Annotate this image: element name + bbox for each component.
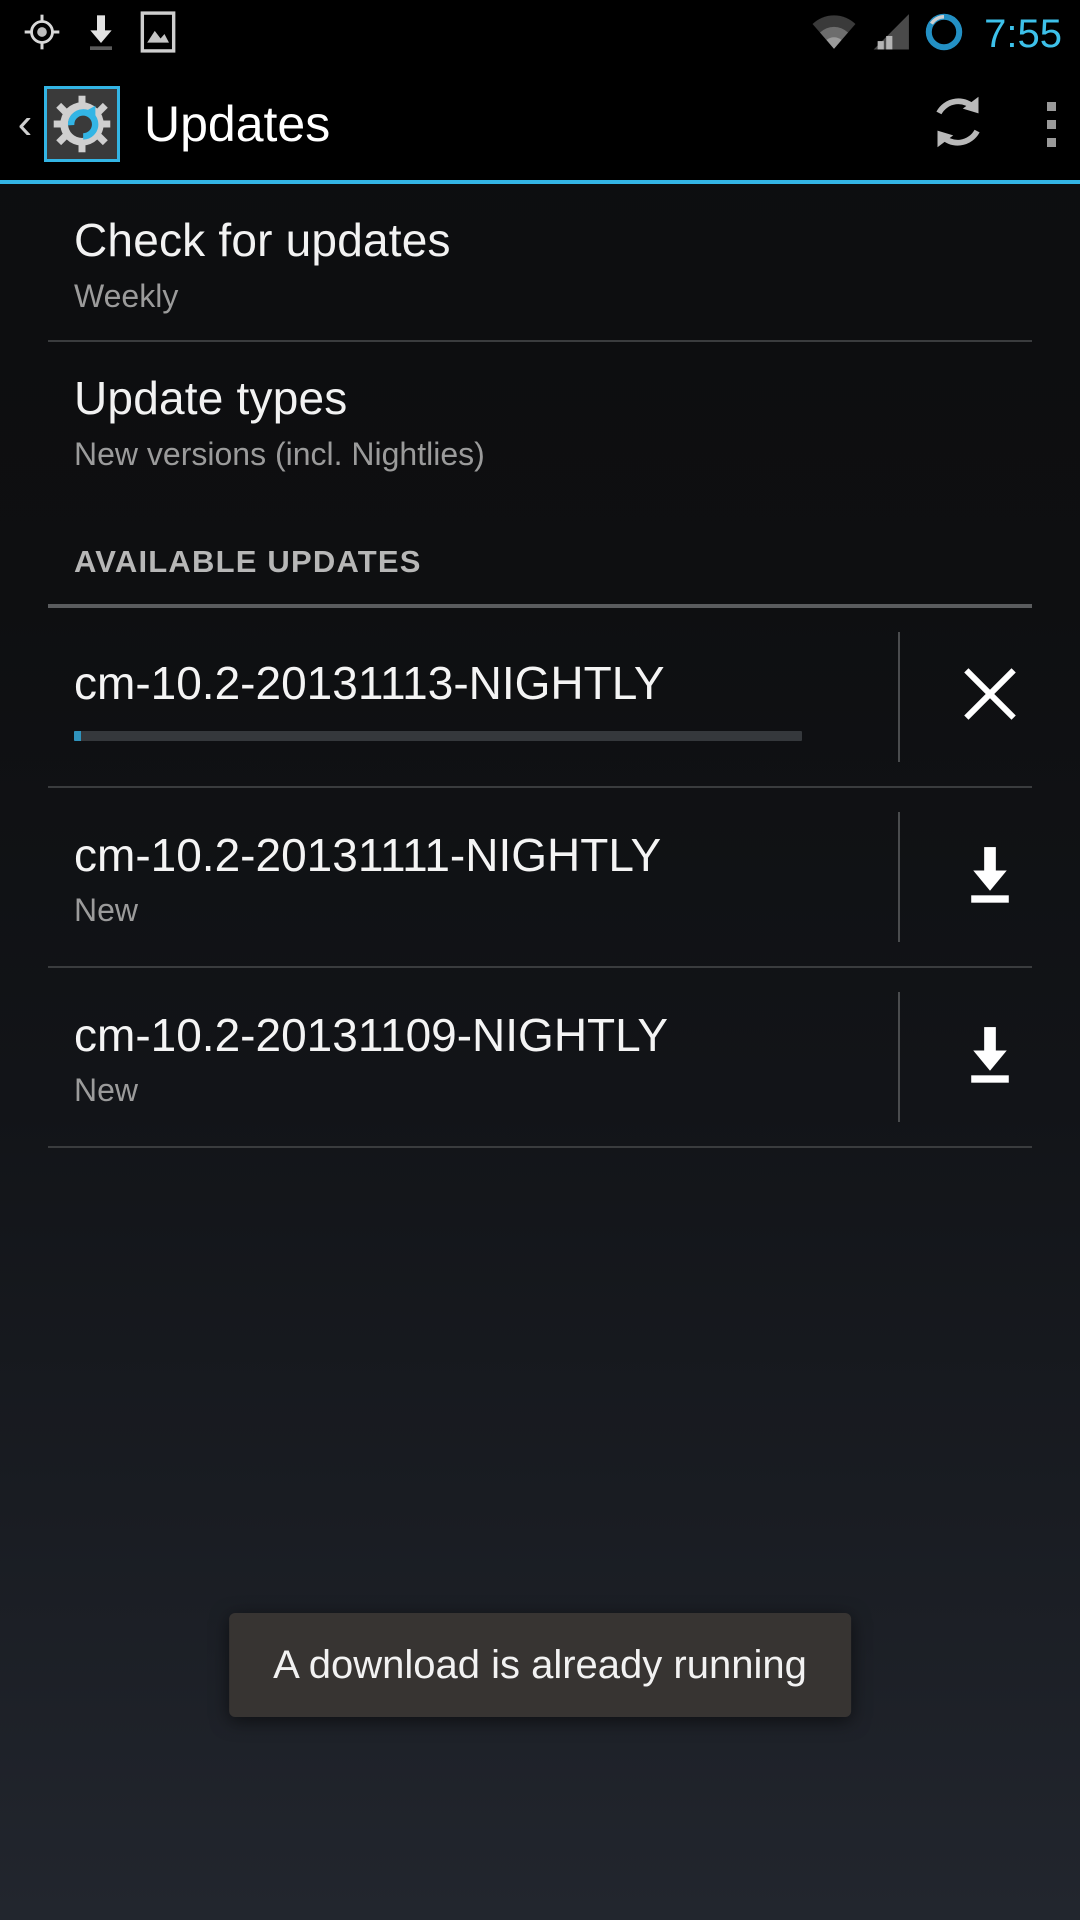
cellular-signal-icon: [868, 12, 912, 57]
update-item-status: New: [74, 1072, 139, 1109]
download-progress-bar: [74, 730, 802, 741]
updates-gear-icon[interactable]: [44, 86, 120, 162]
wifi-icon: [810, 12, 858, 57]
preference-summary: Weekly: [74, 277, 179, 314]
location-crosshair-icon: [22, 12, 62, 57]
update-list-item[interactable]: cm-10.2-20131111-NIGHTLY New: [0, 788, 1080, 966]
update-item-status: New: [74, 892, 139, 929]
image-icon: [140, 10, 176, 58]
status-bar: 7:55: [0, 0, 1080, 68]
update-list-item[interactable]: cm-10.2-20131113-NIGHTLY: [0, 608, 1080, 786]
update-list-item[interactable]: cm-10.2-20131109-NIGHTLY New: [0, 968, 1080, 1146]
status-bar-system-icons: 7:55: [810, 9, 1062, 60]
update-item-info: cm-10.2-20131109-NIGHTLY New: [0, 968, 898, 1146]
settings-list: Check for updates Weekly Update types Ne…: [0, 184, 1080, 1148]
download-icon: [957, 1021, 1023, 1092]
preference-update-types[interactable]: Update types New versions (incl. Nightli…: [0, 342, 1080, 498]
download-icon: [957, 841, 1023, 912]
update-item-name: cm-10.2-20131111-NIGHTLY: [74, 828, 662, 881]
preference-summary: New versions (incl. Nightlies): [74, 435, 485, 472]
cancel-download-button[interactable]: [900, 608, 1080, 786]
back-chevron-icon[interactable]: ‹: [8, 102, 42, 146]
download-button[interactable]: [900, 788, 1080, 966]
close-icon: [957, 661, 1023, 732]
section-header-available-updates: AVAILABLE UPDATES: [0, 498, 1080, 592]
preference-title: Update types: [74, 371, 348, 424]
download-button[interactable]: [900, 968, 1080, 1146]
update-item-info: cm-10.2-20131111-NIGHTLY New: [0, 788, 898, 966]
update-item-name: cm-10.2-20131109-NIGHTLY: [74, 1008, 669, 1061]
action-bar-actions: [927, 91, 1056, 158]
page-title: Updates: [144, 96, 331, 152]
update-item-info: cm-10.2-20131113-NIGHTLY: [0, 608, 898, 786]
phone-screen: 7:55 ‹ Updates Check for updates Weekly …: [0, 0, 1080, 1920]
battery-circle-icon: [922, 9, 966, 60]
refresh-icon[interactable]: [927, 91, 989, 158]
preference-title: Check for updates: [74, 214, 451, 266]
toast-message: A download is already running: [273, 1643, 807, 1687]
status-bar-notification-icons: [22, 10, 176, 58]
action-bar: ‹ Updates: [0, 68, 1080, 180]
divider: [48, 1145, 1032, 1148]
section-header-label: AVAILABLE UPDATES: [74, 543, 422, 579]
toast-notification: A download is already running: [229, 1613, 851, 1717]
download-icon: [84, 12, 118, 57]
preference-check-for-updates[interactable]: Check for updates Weekly: [0, 184, 1080, 340]
overflow-menu-icon[interactable]: [1047, 101, 1056, 147]
update-item-name: cm-10.2-20131113-NIGHTLY: [74, 657, 665, 710]
download-progress-fill: [74, 730, 82, 741]
status-bar-clock: 7:55: [984, 12, 1062, 56]
